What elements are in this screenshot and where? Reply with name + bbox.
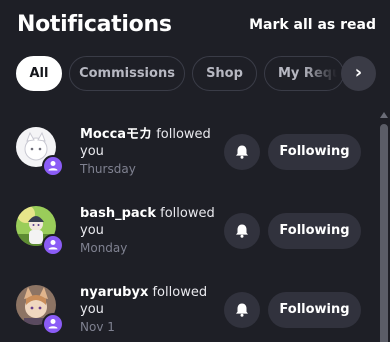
filters-next-button[interactable]: ›: [341, 56, 376, 91]
header: Notifications Mark all as read: [17, 12, 376, 44]
filter-tab-my-requests[interactable]: My Requests: [264, 56, 344, 91]
filter-tab-all[interactable]: All: [16, 56, 62, 91]
filter-tab-shop[interactable]: Shop: [192, 56, 257, 91]
page-title: Notifications: [17, 12, 172, 37]
notification-item: Moccaモカ followed you Thursday Following: [0, 120, 376, 192]
following-button[interactable]: Following: [268, 134, 361, 170]
notification-text: nyarubyx followed you Nov 1: [80, 284, 215, 336]
following-button[interactable]: Following: [268, 213, 361, 249]
notification-item: bash_pack followed you Monday Following: [0, 199, 376, 271]
notify-bell-button[interactable]: [224, 292, 260, 328]
user-avatar-button[interactable]: [16, 206, 64, 256]
username-link[interactable]: bash_pack: [80, 206, 156, 221]
user-icon: [42, 155, 64, 177]
notification-list: Moccaモカ followed you Thursday Following: [0, 108, 376, 342]
notifications-panel: Notifications Mark all as read All Commi…: [0, 0, 390, 342]
mark-all-as-read-button[interactable]: Mark all as read: [249, 17, 376, 33]
user-avatar-button[interactable]: [16, 127, 64, 177]
notify-bell-button[interactable]: [224, 134, 260, 170]
notification-text: bash_pack followed you Monday: [80, 205, 215, 257]
notification-item: nyarubyx followed you Nov 1 Following: [0, 278, 376, 342]
notification-time: Monday: [80, 241, 128, 255]
scroll-up-arrow-icon[interactable]: [380, 112, 388, 118]
bell-icon: [236, 224, 248, 238]
chevron-right-icon: ›: [354, 62, 363, 83]
notification-time: Nov 1: [80, 320, 115, 334]
scrollbar-thumb[interactable]: [380, 124, 388, 342]
notification-text: Moccaモカ followed you Thursday: [80, 126, 215, 178]
username-link[interactable]: nyarubyx: [80, 285, 148, 300]
user-avatar-button[interactable]: [16, 285, 64, 335]
filter-tab-commissions[interactable]: Commissions: [69, 56, 185, 91]
filter-tabs: All Commissions Shop My Requests ›: [16, 56, 390, 92]
username-link[interactable]: Moccaモカ: [80, 127, 152, 142]
following-button[interactable]: Following: [268, 292, 361, 328]
bell-icon: [236, 145, 248, 159]
user-icon: [42, 313, 64, 335]
notify-bell-button[interactable]: [224, 213, 260, 249]
bell-icon: [236, 303, 248, 317]
user-icon: [42, 234, 64, 256]
notification-time: Thursday: [80, 162, 136, 176]
scrollbar[interactable]: [378, 108, 390, 342]
